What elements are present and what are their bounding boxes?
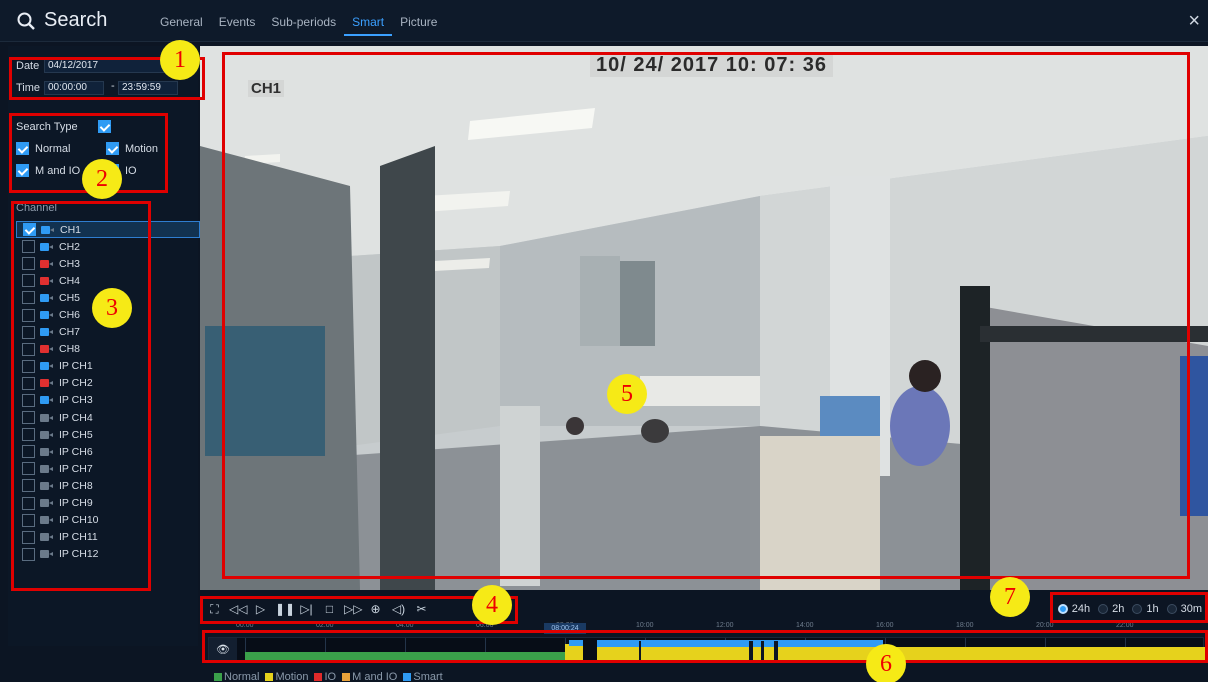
legend-label: M and IO (352, 671, 398, 682)
hour-label: 18:00 (956, 622, 974, 629)
hour-label: 12:00 (716, 622, 734, 629)
hour-label: 20:00 (1036, 622, 1054, 629)
tab-smart[interactable]: Smart (344, 14, 393, 36)
callout-marker-2: 2 (82, 159, 122, 199)
tab-bar: General Events Sub-periods Smart Picture (152, 14, 445, 36)
hour-label: 22:00 (1116, 622, 1134, 629)
legend-label: Normal (224, 671, 260, 682)
legend-label: Motion (275, 671, 309, 682)
legend-item: Normal (214, 671, 259, 682)
callout-marker-7: 7 (990, 577, 1030, 617)
legend-label: IO (324, 671, 337, 682)
callout-marker-6: 6 (866, 644, 906, 682)
hour-label: 14:00 (796, 622, 814, 629)
callout-marker-1: 1 (160, 40, 200, 80)
legend-item: M and IO (342, 671, 397, 682)
callout-marker-5: 5 (607, 374, 647, 414)
legend-swatch (403, 673, 412, 681)
hour-label: 10:00 (636, 622, 654, 629)
page-title: Search (44, 9, 108, 31)
callout-box-6 (202, 630, 1208, 663)
callout-box-7 (1050, 592, 1208, 623)
legend-swatch (214, 673, 222, 681)
legend-item: IO (314, 671, 336, 682)
tab-general[interactable]: General (152, 14, 211, 36)
callout-box-4 (200, 596, 518, 624)
hour-label: 16:00 (876, 622, 894, 629)
callout-marker-3: 3 (92, 288, 132, 328)
legend-swatch (265, 673, 274, 681)
legend-swatch (342, 673, 351, 681)
callout-box-3 (11, 201, 151, 591)
search-title: Search (16, 9, 107, 32)
callout-marker-4: 4 (472, 585, 512, 625)
search-icon (17, 12, 35, 30)
tab-sub-periods[interactable]: Sub-periods (263, 14, 344, 36)
legend-item: Motion (265, 671, 308, 682)
callout-box-5 (222, 52, 1190, 579)
legend-swatch (314, 673, 323, 681)
close-icon[interactable]: × (1188, 10, 1200, 33)
legend-label: Smart (413, 671, 443, 682)
header-bar: Search General Events Sub-periods Smart … (0, 0, 1208, 42)
tab-events[interactable]: Events (211, 14, 264, 36)
legend-item: Smart (403, 671, 443, 682)
tab-picture[interactable]: Picture (392, 14, 445, 36)
record-type-legend: Normal Motion IO M and IO Smart (214, 671, 443, 682)
search-window: Search General Events Sub-periods Smart … (0, 0, 1208, 682)
